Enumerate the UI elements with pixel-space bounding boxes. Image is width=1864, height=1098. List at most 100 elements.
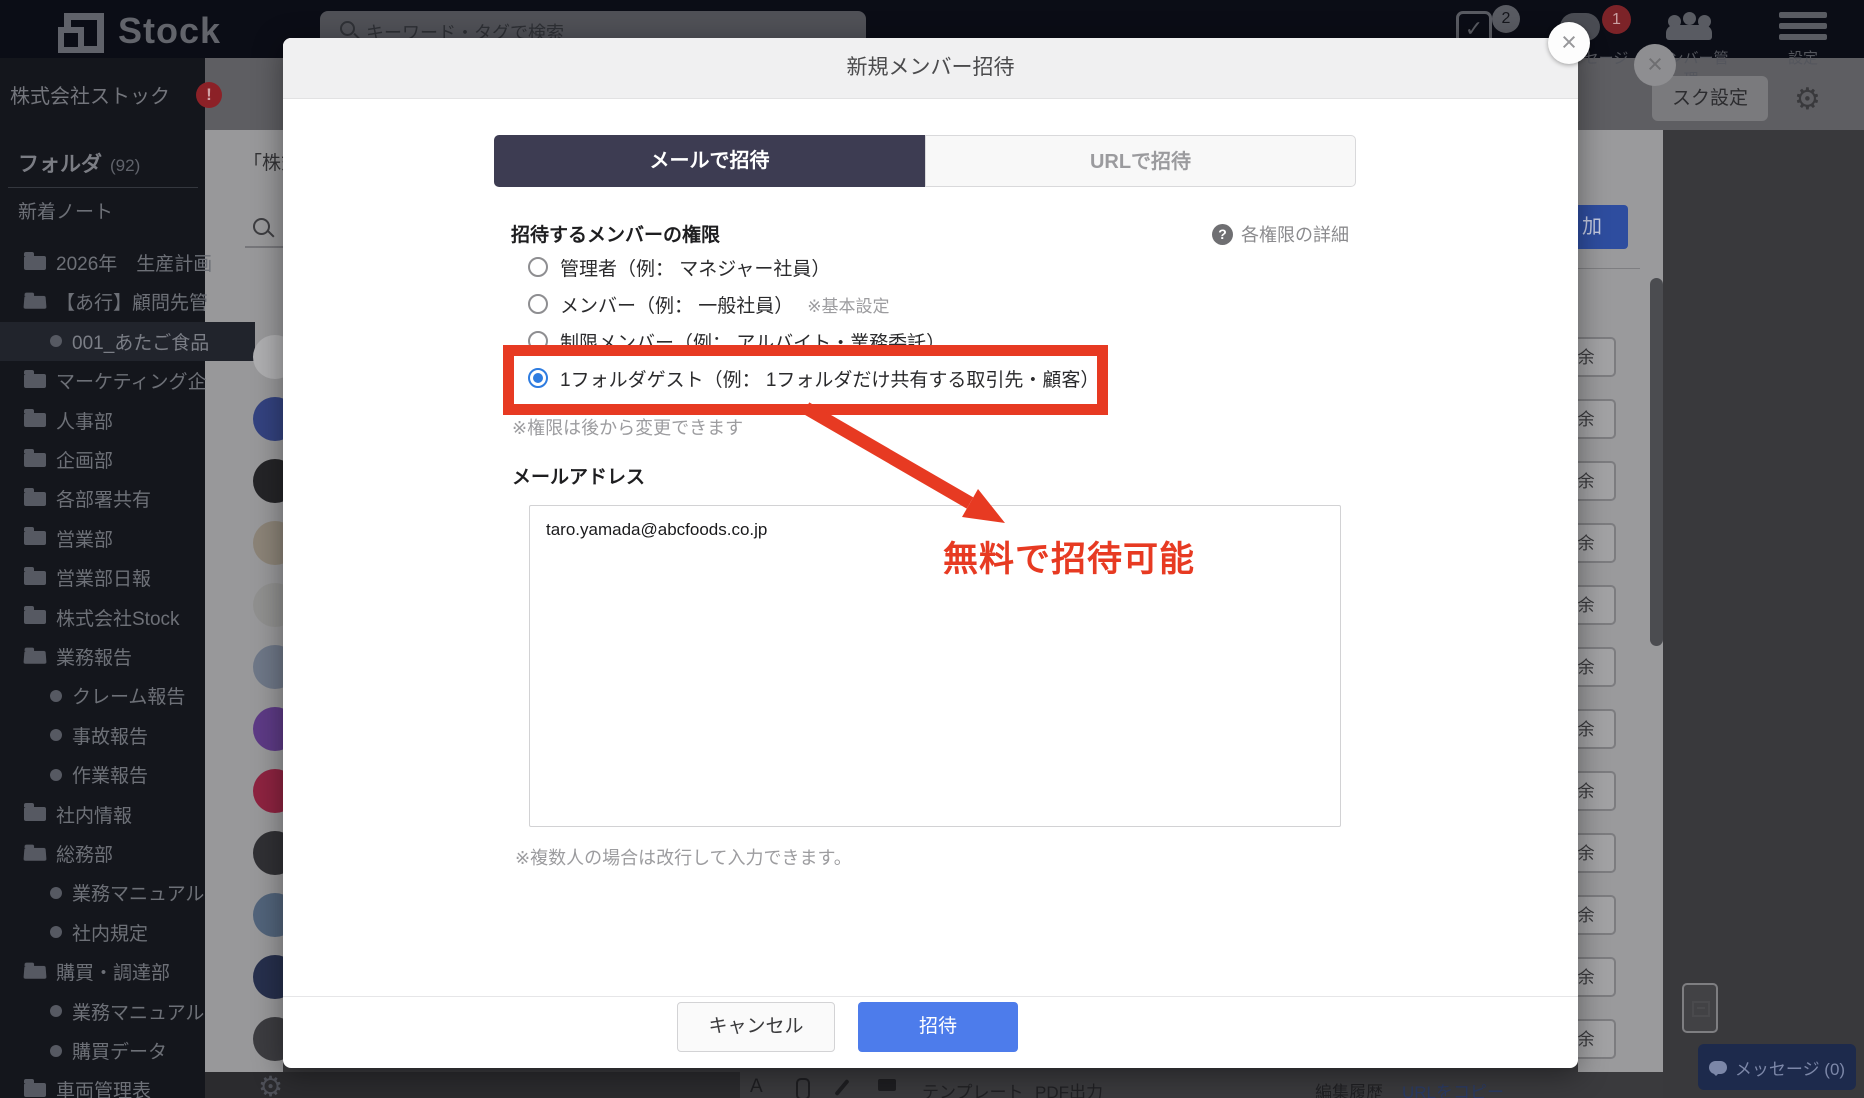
- pdf-export-button[interactable]: PDF出力: [1035, 1078, 1103, 1098]
- sidebar-folder-list: 2026年 生産計画 【あ行】顧問先管 001_あたご食品マーケティング企人事部企画…: [0, 243, 255, 1098]
- permission-option[interactable]: 1フォルダゲスト（例： 1フォルダだけ共有する取引先・顧客）: [528, 360, 1099, 396]
- radio-icon[interactable]: [528, 331, 548, 351]
- dimmed-background-right: [1663, 130, 1864, 1098]
- sidebar-item[interactable]: 各部署共有: [0, 479, 229, 518]
- folder-icon: [24, 606, 46, 625]
- folder-open-icon: [23, 847, 47, 861]
- stock-logo-icon: [58, 13, 104, 53]
- folders-label: フォルダ: [18, 153, 102, 176]
- collapse-panel-button[interactable]: [1682, 983, 1718, 1033]
- radio-icon[interactable]: [528, 257, 548, 277]
- pen-icon[interactable]: [834, 1078, 850, 1098]
- permission-option[interactable]: 制限メンバー（例： アルバイト・業務委託）: [528, 323, 945, 359]
- tab-invite-by-url[interactable]: URLで招待: [925, 135, 1356, 187]
- sidebar-item[interactable]: 購買・調達部: [0, 952, 229, 991]
- email-input[interactable]: taro.yamada@abcfoods.co.jp: [529, 505, 1341, 827]
- sidebar-gear-icon[interactable]: ⚙: [258, 1070, 283, 1098]
- invite-member-modal: 新規メンバー招待 メールで招待 URLで招待 招待するメンバーの権限 ? 各権限…: [283, 38, 1578, 1068]
- template-button[interactable]: テンプレート: [922, 1078, 1024, 1098]
- permission-help-link[interactable]: ? 各権限の詳細: [1212, 221, 1349, 247]
- sidebar-item-label: 社内情報: [56, 805, 133, 827]
- radio-icon[interactable]: [528, 294, 548, 314]
- sidebar-item-label: 【あ行】顧問先管: [56, 293, 209, 315]
- sidebar-item-label: 人事部: [56, 411, 114, 433]
- note-dot-icon: [50, 689, 62, 702]
- message-button-label: メッセージ (0): [1734, 1059, 1846, 1079]
- sidebar-item[interactable]: 車両管理表: [0, 1070, 229, 1098]
- annotation-text: 無料で招待可能: [943, 540, 1196, 579]
- radio-selected-icon[interactable]: [528, 368, 548, 388]
- sidebar-item[interactable]: 業務マニュアル: [0, 873, 255, 912]
- org-name: 株式会社ストック: [10, 86, 170, 108]
- edit-history-button[interactable]: 編集履歴: [1315, 1078, 1383, 1098]
- divider: [8, 187, 198, 188]
- sidebar-item-label: 業務マニュアル: [72, 884, 205, 906]
- tasks-count-badge: 2: [1492, 5, 1520, 33]
- sidebar-item[interactable]: 業務報告: [0, 637, 229, 676]
- sidebar-item[interactable]: マーケティング企: [0, 361, 229, 400]
- sidebar-item[interactable]: 人事部: [0, 401, 229, 440]
- sidebar-item[interactable]: クレーム報告: [0, 676, 255, 715]
- search-icon: [340, 21, 355, 36]
- permission-option-label: メンバー（例： 一般社員）: [560, 295, 794, 317]
- font-style-icon[interactable]: A: [750, 1076, 763, 1098]
- cancel-button[interactable]: キャンセル: [677, 1002, 835, 1052]
- sidebar-item-new-notes[interactable]: 新着ノート: [18, 197, 113, 224]
- folder-open-icon: [23, 650, 47, 664]
- sidebar-item-label: 営業部: [56, 529, 114, 551]
- tab-invite-by-mail[interactable]: メールで招待: [494, 135, 925, 187]
- sidebar-item-label: 各部署共有: [56, 490, 152, 512]
- invite-button[interactable]: 招待: [858, 1002, 1018, 1052]
- sidebar-item-label: 社内規定: [72, 923, 149, 945]
- email-section-label: メールアドレス: [512, 467, 646, 488]
- task-settings-tab[interactable]: スク設定: [1652, 76, 1768, 121]
- back-modal-close-button[interactable]: ×: [1634, 44, 1676, 86]
- note-dot-icon: [50, 1044, 62, 1057]
- sidebar-item[interactable]: 2026年 生産計画: [0, 243, 229, 282]
- copy-url-button[interactable]: URLをコピー: [1402, 1078, 1504, 1098]
- folder-icon: [24, 409, 46, 428]
- app-root: Stock キーワード・タグで検索 ✓ 2 1 メッセージ メンバー管理 設定 …: [0, 0, 1864, 1098]
- sidebar-item-label: 001_あたご食品: [72, 332, 210, 354]
- sidebar-item-label: 購買データ: [72, 1042, 168, 1063]
- message-panel-button[interactable]: メッセージ (0): [1698, 1044, 1856, 1090]
- sidebar-item[interactable]: 業務マニュアル: [0, 992, 255, 1031]
- folder-open-icon: [23, 965, 47, 979]
- attachment-icon[interactable]: [796, 1078, 810, 1098]
- divider: [1578, 268, 1640, 269]
- sidebar-item[interactable]: 営業部日報: [0, 558, 229, 597]
- sidebar-item[interactable]: 社内情報: [0, 795, 229, 834]
- note-dot-icon: [50, 729, 62, 742]
- sidebar-item[interactable]: 社内規定: [0, 913, 255, 952]
- permission-option[interactable]: メンバー（例： 一般社員） ※基本設定: [528, 286, 890, 322]
- sidebar-item[interactable]: 【あ行】顧問先管: [0, 282, 229, 321]
- sidebar-item[interactable]: 総務部: [0, 834, 229, 873]
- sidebar-item-label: クレーム報告: [72, 687, 186, 709]
- folder-icon: [24, 527, 46, 546]
- print-icon[interactable]: [878, 1074, 896, 1097]
- sidebar-item[interactable]: 企画部: [0, 440, 229, 479]
- permission-option[interactable]: 管理者（例： マネジャー社員）: [528, 249, 830, 285]
- folders-heading: フォルダ (92): [18, 148, 140, 178]
- sidebar-item[interactable]: 営業部: [0, 519, 229, 558]
- permission-option-label: 制限メンバー（例： アルバイト・業務委託）: [560, 332, 946, 354]
- settings-menu-icon[interactable]: [1779, 12, 1827, 42]
- sidebar-item[interactable]: 購買データ: [0, 1031, 255, 1070]
- scrollbar-thumb[interactable]: [1650, 278, 1663, 646]
- modal-close-button[interactable]: ×: [1548, 22, 1590, 64]
- sidebar-item-label: 業務マニュアル: [72, 1002, 205, 1024]
- sidebar-item[interactable]: 001_あたご食品: [0, 321, 255, 361]
- folder-open-icon: [23, 295, 47, 309]
- member-admin-icon[interactable]: [1664, 12, 1714, 42]
- dimmed-background-bottom-left: [205, 1072, 740, 1098]
- sidebar-item-label: 事故報告: [72, 726, 149, 748]
- org-alert-badge: !: [196, 82, 222, 108]
- note-dot-icon: [50, 886, 62, 899]
- sidebar-item[interactable]: 作業報告: [0, 755, 255, 794]
- sidebar-item-label: 2026年 生産計画: [56, 254, 213, 275]
- modal-header: 新規メンバー招待: [283, 38, 1578, 99]
- sidebar-item[interactable]: 株式会社Stock: [0, 598, 229, 637]
- gear-icon[interactable]: ⚙: [1794, 82, 1821, 117]
- sidebar-item[interactable]: 事故報告: [0, 716, 255, 755]
- permission-note: ※権限は後から変更できます: [512, 418, 744, 438]
